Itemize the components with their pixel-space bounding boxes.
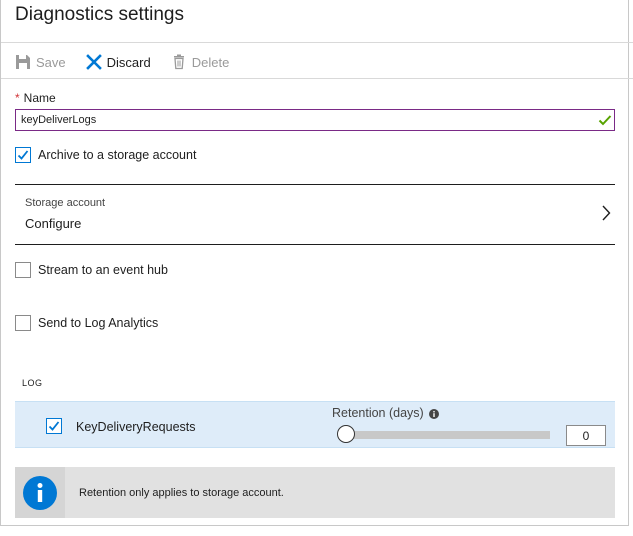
discard-button[interactable]: Discard: [85, 54, 151, 70]
close-x-icon: [85, 54, 102, 70]
stream-checkbox[interactable]: [15, 262, 31, 278]
storage-top-divider: [15, 184, 615, 185]
log-category-row: KeyDeliveryRequests Retention (days): [15, 401, 615, 448]
log-category-checkbox[interactable]: [46, 418, 62, 434]
info-icon-container: [15, 467, 65, 518]
chevron-right-icon[interactable]: [601, 205, 611, 221]
retention-slider-track[interactable]: [346, 431, 550, 439]
storage-account-value: Configure: [25, 216, 82, 231]
trash-icon: [171, 54, 187, 70]
diagnostics-settings-panel: Diagnostics settings Save Discard Delete…: [0, 0, 633, 526]
title-divider: [1, 42, 633, 43]
required-marker: *: [15, 91, 20, 105]
save-icon: [15, 54, 31, 70]
save-button[interactable]: Save: [15, 54, 66, 70]
retention-slider-thumb[interactable]: [337, 425, 355, 443]
retention-days-input[interactable]: [566, 425, 606, 446]
info-icon[interactable]: [428, 408, 439, 419]
archive-label: Archive to a storage account: [38, 148, 197, 162]
valid-check-icon: [598, 113, 612, 127]
command-toolbar: Save Discard Delete: [15, 52, 249, 72]
stream-option[interactable]: Stream to an event hub: [15, 262, 168, 278]
log-analytics-option[interactable]: Send to Log Analytics: [15, 315, 158, 331]
delete-button[interactable]: Delete: [171, 54, 230, 70]
storage-account-label: Storage account: [25, 197, 106, 209]
info-circle-icon: [23, 476, 57, 510]
log-category-name: KeyDeliveryRequests: [76, 420, 196, 434]
log-analytics-checkbox[interactable]: [15, 315, 31, 331]
retention-label: Retention (days): [332, 406, 439, 420]
name-label-text: Name: [23, 91, 56, 105]
name-input[interactable]: [15, 109, 615, 131]
info-message-text: Retention only applies to storage accoun…: [79, 487, 284, 499]
archive-checkbox[interactable]: [15, 147, 31, 163]
discard-label: Discard: [106, 54, 151, 70]
log-section-heading: LOG: [22, 378, 43, 388]
archive-option[interactable]: Archive to a storage account: [15, 147, 196, 163]
stream-label: Stream to an event hub: [38, 263, 168, 277]
save-label: Save: [36, 54, 66, 70]
name-label: * Name: [15, 91, 56, 105]
delete-label: Delete: [191, 54, 230, 70]
retention-label-text: Retention (days): [332, 406, 424, 420]
storage-bottom-divider: [15, 244, 615, 245]
log-analytics-label: Send to Log Analytics: [38, 316, 159, 330]
info-message-bar: Retention only applies to storage accoun…: [15, 467, 615, 518]
page-title: Diagnostics settings: [15, 4, 184, 25]
toolbar-divider: [1, 78, 633, 79]
